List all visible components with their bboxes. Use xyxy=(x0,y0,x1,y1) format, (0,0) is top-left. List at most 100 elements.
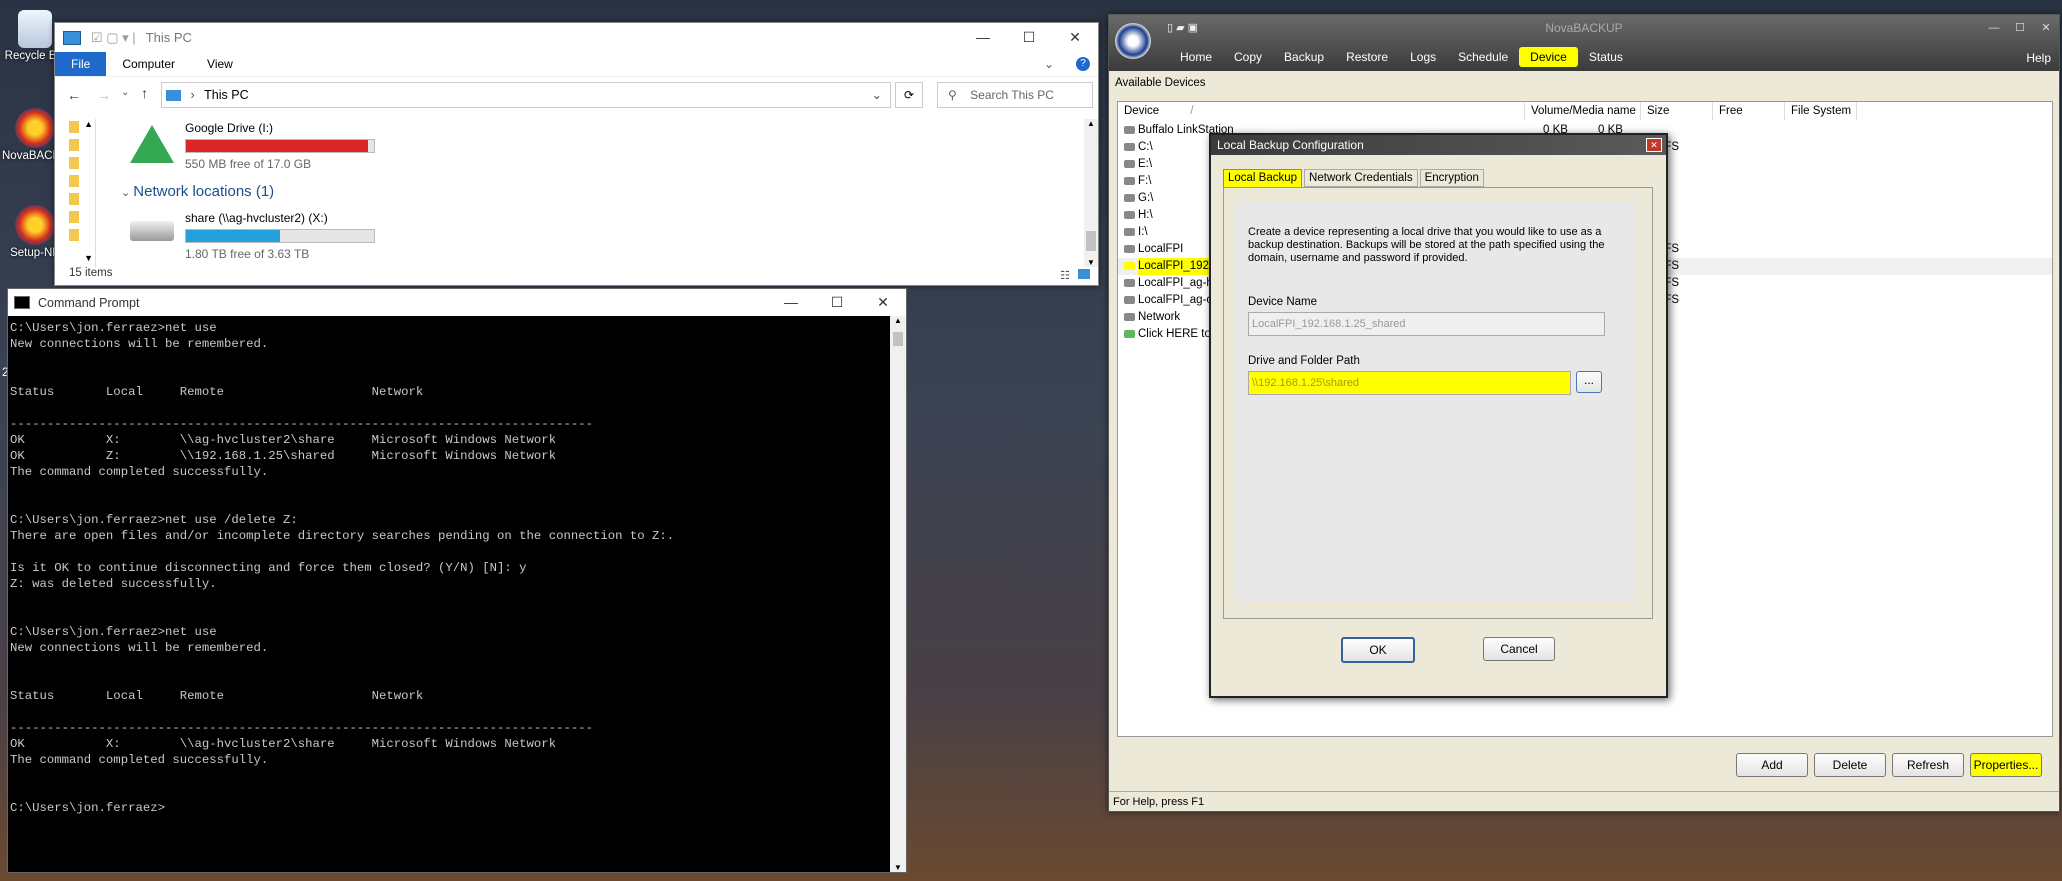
nova-tabs: Home Copy Backup Restore Logs Schedule D… xyxy=(1169,47,1634,67)
dialog-tabs: Local Backup Network Credentials Encrypt… xyxy=(1223,169,1484,187)
close-icon[interactable]: ✕ xyxy=(860,289,906,316)
details-view-icon[interactable]: ☷ xyxy=(1060,269,1070,282)
search-icon: ⚲ xyxy=(948,88,957,102)
drive-free-text: 550 MB free of 17.0 GB xyxy=(185,157,312,171)
tab-encryption[interactable]: Encryption xyxy=(1419,169,1484,187)
ok-button[interactable]: OK xyxy=(1341,637,1415,663)
drive-free-text: 1.80 TB free of 3.63 TB xyxy=(185,247,310,261)
device-name: LocalFPI_ag-h xyxy=(1138,277,1213,289)
cmd-icon xyxy=(14,296,30,309)
navigation-pane[interactable]: ▲ ▼ xyxy=(55,119,96,267)
tab-home[interactable]: Home xyxy=(1169,47,1223,67)
drive-icon xyxy=(1124,194,1135,202)
close-icon[interactable]: ✕ xyxy=(1052,23,1098,52)
window-title: This PC xyxy=(145,30,192,45)
cancel-button[interactable]: Cancel xyxy=(1483,637,1555,661)
maximize-icon[interactable]: ☐ xyxy=(1006,23,1052,52)
properties-button[interactable]: Properties... xyxy=(1970,753,2042,777)
maximize-icon[interactable]: ☐ xyxy=(2007,19,2033,37)
device-name: H:\ xyxy=(1138,209,1153,221)
dialog-titlebar[interactable]: Local Backup Configuration ✕ xyxy=(1211,135,1666,155)
add-button[interactable]: Add xyxy=(1736,753,1808,777)
command-prompt-window[interactable]: Command Prompt — ☐ ✕ C:\Users\jon.ferrae… xyxy=(7,288,907,873)
scroll-thumb[interactable] xyxy=(893,332,903,346)
device-name: F:\ xyxy=(1138,175,1152,187)
drive-usage-fill xyxy=(186,140,369,152)
description-text: Create a device representing a local dri… xyxy=(1248,226,1605,264)
scroll-up-icon[interactable]: ▲ xyxy=(890,316,906,325)
network-drive-icon xyxy=(130,221,174,241)
path-field[interactable]: \\192.168.1.25\shared xyxy=(1248,371,1571,395)
browse-button[interactable]: ... xyxy=(1576,371,1602,393)
refresh-icon[interactable]: ⟳ xyxy=(895,82,923,108)
cmd-titlebar[interactable]: Command Prompt — ☐ ✕ xyxy=(8,289,906,316)
tab-local-backup[interactable]: Local Backup xyxy=(1223,169,1303,187)
large-icons-view-icon[interactable] xyxy=(1078,269,1090,279)
col-free[interactable]: Free xyxy=(1713,102,1785,120)
refresh-button[interactable]: Refresh xyxy=(1892,753,1964,777)
ribbon-tab-computer[interactable]: Computer xyxy=(106,57,191,71)
pc-icon xyxy=(166,90,181,102)
device-name-label: Device Name xyxy=(1248,296,1318,308)
local-backup-config-dialog[interactable]: Local Backup Configuration ✕ Local Backu… xyxy=(1209,133,1668,698)
col-volume[interactable]: Volume/Media name xyxy=(1525,102,1641,120)
tab-restore[interactable]: Restore xyxy=(1335,47,1399,67)
maximize-icon[interactable]: ☐ xyxy=(814,289,860,316)
minimize-icon[interactable]: — xyxy=(768,289,814,316)
cmd-scrollbar[interactable]: ▲ ▼ xyxy=(890,316,906,872)
file-explorer-window[interactable]: ☑ ▢ ▾ | This PC — ☐ ✕ File Computer View… xyxy=(54,22,1099,286)
scroll-up-icon[interactable]: ▲ xyxy=(1084,119,1098,128)
recent-icon[interactable]: ⌄ xyxy=(121,87,129,98)
address-dropdown-icon[interactable]: ⌄ xyxy=(872,83,882,107)
col-size[interactable]: Size xyxy=(1641,102,1713,120)
address-bar[interactable]: › This PC ⌄ xyxy=(161,82,891,108)
device-name-field[interactable]: LocalFPI_192.168.1.25_shared xyxy=(1248,312,1605,336)
help-icon[interactable]: ? xyxy=(1076,57,1090,71)
drive-name: share (\\ag-hvcluster2) (X:) xyxy=(185,211,328,225)
scroll-down-icon[interactable]: ▼ xyxy=(1084,258,1098,267)
search-placeholder: Search This PC xyxy=(970,88,1054,102)
tab-status[interactable]: Status xyxy=(1578,47,1634,67)
nav-scroll-down-icon[interactable]: ▼ xyxy=(84,253,93,263)
tab-device[interactable]: Device xyxy=(1519,47,1578,67)
tab-backup[interactable]: Backup xyxy=(1273,47,1335,67)
ribbon-tab-view[interactable]: View xyxy=(191,57,249,71)
forward-icon[interactable]: → xyxy=(97,87,111,103)
path-label: Drive and Folder Path xyxy=(1248,355,1360,367)
tab-logs[interactable]: Logs xyxy=(1399,47,1447,67)
minimize-icon[interactable]: — xyxy=(960,23,1006,52)
close-icon[interactable]: ✕ xyxy=(2033,19,2059,37)
drive-icon xyxy=(1124,279,1135,287)
search-input[interactable]: ⚲ Search This PC xyxy=(937,82,1093,108)
expand-ribbon-icon[interactable]: ⌄ xyxy=(1028,57,1070,71)
collapse-icon: ⌄ xyxy=(121,187,134,199)
device-name: E:\ xyxy=(1138,158,1153,170)
device-name: I:\ xyxy=(1138,226,1148,238)
quick-access-icons: ☑ ▢ ▾ | xyxy=(91,29,136,45)
explorer-ribbon: File Computer View ⌄ ? xyxy=(55,52,1098,77)
minimize-icon[interactable]: — xyxy=(1981,19,2007,37)
tab-network-credentials[interactable]: Network Credentials xyxy=(1304,169,1418,187)
tab-schedule[interactable]: Schedule xyxy=(1447,47,1519,67)
tab-copy[interactable]: Copy xyxy=(1223,47,1273,67)
novabackup-icon xyxy=(15,108,55,148)
device-name: LocalFPI_192. xyxy=(1138,258,1213,275)
explorer-titlebar[interactable]: ☑ ▢ ▾ | This PC — ☐ ✕ xyxy=(55,23,1098,52)
col-filesystem[interactable]: File System xyxy=(1785,102,1857,120)
scroll-down-icon[interactable]: ▼ xyxy=(890,863,906,872)
delete-button[interactable]: Delete xyxy=(1814,753,1886,777)
nav-scroll-up-icon[interactable]: ▲ xyxy=(84,119,93,129)
back-icon[interactable]: ← xyxy=(67,87,81,103)
drive-icon xyxy=(1124,177,1135,185)
help-menu[interactable]: Help xyxy=(2026,51,2051,65)
ribbon-tab-file[interactable]: File xyxy=(55,52,107,76)
scroll-thumb[interactable] xyxy=(1086,231,1096,251)
close-icon[interactable]: ✕ xyxy=(1646,138,1662,152)
col-device-label: Device xyxy=(1124,105,1160,117)
content-scrollbar[interactable]: ▲ ▼ xyxy=(1084,119,1098,267)
drive-icon xyxy=(1124,143,1135,151)
console-output[interactable]: C:\Users\jon.ferraez>net use New connect… xyxy=(8,316,906,820)
network-locations-header[interactable]: ⌄ Network locations (1) xyxy=(121,183,274,200)
up-icon[interactable]: ↑ xyxy=(141,85,148,101)
col-device[interactable]: Device / xyxy=(1118,102,1525,120)
